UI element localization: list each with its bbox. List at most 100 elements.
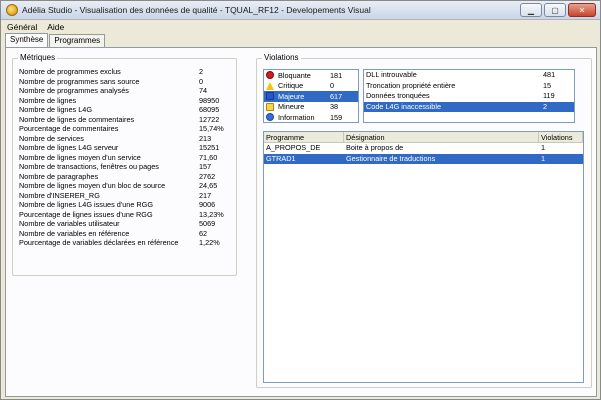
window-controls: ▁ ▢ ✕ xyxy=(520,3,596,17)
metric-value: 0 xyxy=(199,76,204,86)
metrics-group: Métriques Nombre de programmes exclus 2 No… xyxy=(12,53,237,276)
cell-violations: 1 xyxy=(541,153,546,163)
metric-value: 2762 xyxy=(199,171,216,181)
violations-title: Violations xyxy=(262,53,301,62)
title-bar[interactable]: Adélia Studio - Visualisation des donnée… xyxy=(1,1,600,20)
metric-value: 5069 xyxy=(199,219,216,228)
metric-label: Nombre de variables utilisateur xyxy=(19,219,120,228)
metric-row: Nombre de variables utilisateur 5069 xyxy=(19,219,234,229)
metric-value: 15251 xyxy=(199,143,220,152)
metric-row: Nombre de services 213 xyxy=(19,134,234,144)
app-icon xyxy=(6,4,18,16)
metric-value: 213 xyxy=(199,133,212,143)
metric-row: Nombre de programmes exclus 2 xyxy=(19,67,234,77)
metric-label: Pourcentage de variables déclarées en ré… xyxy=(19,238,179,247)
tab-programmes[interactable]: Programmes xyxy=(49,34,106,47)
metric-value: 9006 xyxy=(199,200,216,209)
close-icon[interactable]: ✕ xyxy=(568,3,596,17)
severity-item[interactable]: Information 159 xyxy=(264,112,358,123)
metric-value: 13,23% xyxy=(199,209,224,219)
metric-row: Nombre de lignes moyen d'un bloc de sour… xyxy=(19,181,234,191)
rule-item[interactable]: Troncation propriété entière 15 xyxy=(364,81,574,92)
metric-label: Nombre de variables en référence xyxy=(19,228,130,238)
metric-label: Nombre d'INSERER_RG xyxy=(19,190,100,200)
metric-row: Nombre de transactions, fenêtres ou page… xyxy=(19,162,234,172)
severity-label: Information xyxy=(278,112,315,122)
metric-label: Nombre de lignes L4G issues d'une RGG xyxy=(19,200,154,209)
metric-label: Nombre de programmes analysés xyxy=(19,86,129,95)
metric-row: Nombre de lignes L4G issues d'une RGG 900… xyxy=(19,200,234,210)
minimize-icon[interactable]: ▁ xyxy=(520,3,542,17)
metric-label: Nombre de lignes moyen d'un bloc de sour… xyxy=(19,181,166,190)
rule-item[interactable]: Code L4G inaccessible 2 xyxy=(364,101,574,112)
menu-aide[interactable]: Aide xyxy=(47,22,64,32)
metric-row: Nombre de programmes analysés 74 xyxy=(19,86,234,96)
severity-count: 617 xyxy=(330,91,343,101)
metric-row: Nombre de variables en référence 62 xyxy=(19,229,234,239)
rule-item[interactable]: DLL introuvable 481 xyxy=(364,70,574,81)
warning-icon xyxy=(266,81,274,90)
window-title: Adélia Studio - Visualisation des donnée… xyxy=(22,5,371,15)
metric-label: Nombre de paragraphes xyxy=(19,171,99,181)
metric-label: Pourcentage de commentaires xyxy=(19,124,119,133)
maximize-icon[interactable]: ▢ xyxy=(544,3,566,17)
severity-count: 0 xyxy=(330,81,335,91)
metric-row: Pourcentage de commentaires 15,74% xyxy=(19,124,234,134)
severity-item[interactable]: Mineure 38 xyxy=(264,102,358,113)
severity-item[interactable]: Critique 0 xyxy=(264,81,358,92)
table-body: A_PROPOS_DE Boite à propos de 1 GTRAD1 Gesti… xyxy=(264,143,583,164)
table-row[interactable]: GTRAD1 Gestionnaire de traductions 1 xyxy=(264,153,583,164)
metric-label: Pourcentage de lignes issues d'une RGG xyxy=(19,209,153,219)
metric-value: 12722 xyxy=(199,114,220,124)
metric-label: Nombre de lignes moyen d'un service xyxy=(19,152,141,162)
severity-count: 159 xyxy=(330,112,343,122)
severity-item[interactable]: Bloquante 181 xyxy=(264,70,358,81)
menu-bar: Général Aide xyxy=(1,20,600,34)
tab-strip: Synthèse Programmes xyxy=(5,33,106,47)
metric-label: Nombre de lignes L4G xyxy=(19,105,93,114)
stop-icon xyxy=(266,71,274,80)
severity-label: Bloquante xyxy=(278,70,311,80)
rule-label: Données tronquées xyxy=(366,91,430,100)
cell-designation: Boite à propos de xyxy=(346,143,404,152)
metric-value: 98950 xyxy=(199,95,220,105)
severity-count: 38 xyxy=(330,102,339,112)
rule-count: 15 xyxy=(543,80,552,90)
header-designation[interactable]: Désignation xyxy=(344,132,539,142)
metric-row: Nombre de paragraphes 2762 xyxy=(19,172,234,182)
metric-value: 217 xyxy=(199,190,212,200)
severity-label: Critique xyxy=(278,81,304,91)
metric-value: 15,74% xyxy=(199,124,224,133)
metric-label: Nombre de lignes L4G serveur xyxy=(19,143,119,152)
header-violations[interactable]: Violations xyxy=(539,132,583,142)
rule-list[interactable]: DLL introuvable 481 Troncation propriété e… xyxy=(363,69,575,123)
metrics-list: Nombre de programmes exclus 2 Nombre de pr… xyxy=(19,67,234,248)
cell-designation: Gestionnaire de traductions xyxy=(346,153,436,163)
major-icon xyxy=(266,92,274,101)
programs-table[interactable]: Programme Désignation Violations A_PROPO… xyxy=(263,131,584,383)
rule-item[interactable]: Données tronquées 119 xyxy=(364,91,574,102)
metric-label: Nombre de services xyxy=(19,133,84,143)
cell-programme: GTRAD1 xyxy=(266,153,296,163)
metric-row: Nombre de lignes de commentaires 12722 xyxy=(19,115,234,125)
tab-synthese[interactable]: Synthèse xyxy=(5,33,49,47)
table-header: Programme Désignation Violations xyxy=(264,132,583,143)
metric-value: 1,22% xyxy=(199,238,220,247)
table-row[interactable]: A_PROPOS_DE Boite à propos de 1 xyxy=(264,143,583,154)
menu-general[interactable]: Général xyxy=(7,22,37,32)
metric-row: Pourcentage de variables déclarées en ré… xyxy=(19,238,234,248)
severity-item[interactable]: Majeure 617 xyxy=(264,91,358,102)
rule-label: DLL introuvable xyxy=(366,70,417,79)
metric-value: 74 xyxy=(199,86,208,95)
severity-list[interactable]: Bloquante 181 Critique 0 Majeure 617 Mineure 38… xyxy=(263,69,359,123)
synthese-panel: Métriques Nombre de programmes exclus 2 No… xyxy=(5,47,597,397)
metric-value: 2 xyxy=(199,67,204,76)
rule-label: Troncation propriété entière xyxy=(366,80,456,90)
metric-row: Pourcentage de lignes issues d'une RGG 13… xyxy=(19,210,234,220)
metric-label: Nombre de programmes exclus xyxy=(19,67,121,76)
metrics-title: Métriques xyxy=(18,53,58,62)
metric-label: Nombre de lignes xyxy=(19,95,77,105)
header-programme[interactable]: Programme xyxy=(264,132,344,142)
rule-count: 119 xyxy=(543,91,555,100)
info-icon xyxy=(266,113,274,122)
